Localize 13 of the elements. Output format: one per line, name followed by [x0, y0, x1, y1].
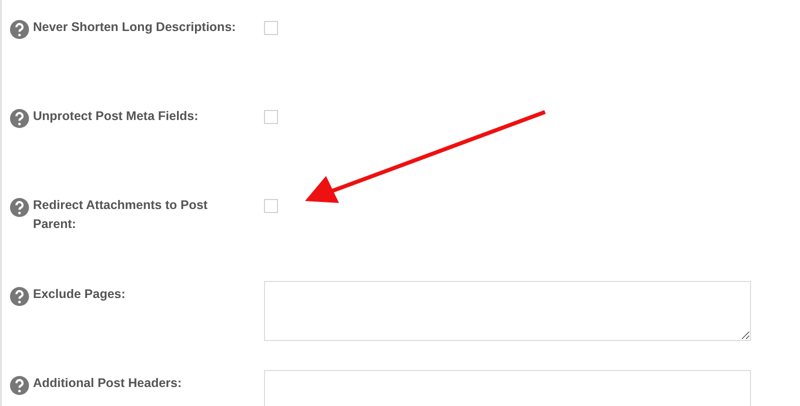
checkbox[interactable]	[264, 110, 278, 124]
help-icon[interactable]	[10, 109, 29, 128]
help-icon[interactable]	[10, 287, 29, 306]
checkbox[interactable]	[264, 21, 278, 35]
checkbox[interactable]	[264, 199, 278, 213]
setting-label: Additional Post Headers:	[33, 375, 183, 392]
help-icon[interactable]	[10, 376, 29, 395]
setting-label: Never Shorten Long Descriptions:	[33, 19, 237, 36]
help-icon[interactable]	[10, 20, 29, 39]
setting-label: Redirect Attachments to Post Parent:	[33, 197, 209, 233]
help-icon[interactable]	[10, 198, 29, 217]
setting-label: Unprotect Post Meta Fields:	[33, 108, 200, 125]
setting-label: Exclude Pages:	[33, 286, 126, 303]
